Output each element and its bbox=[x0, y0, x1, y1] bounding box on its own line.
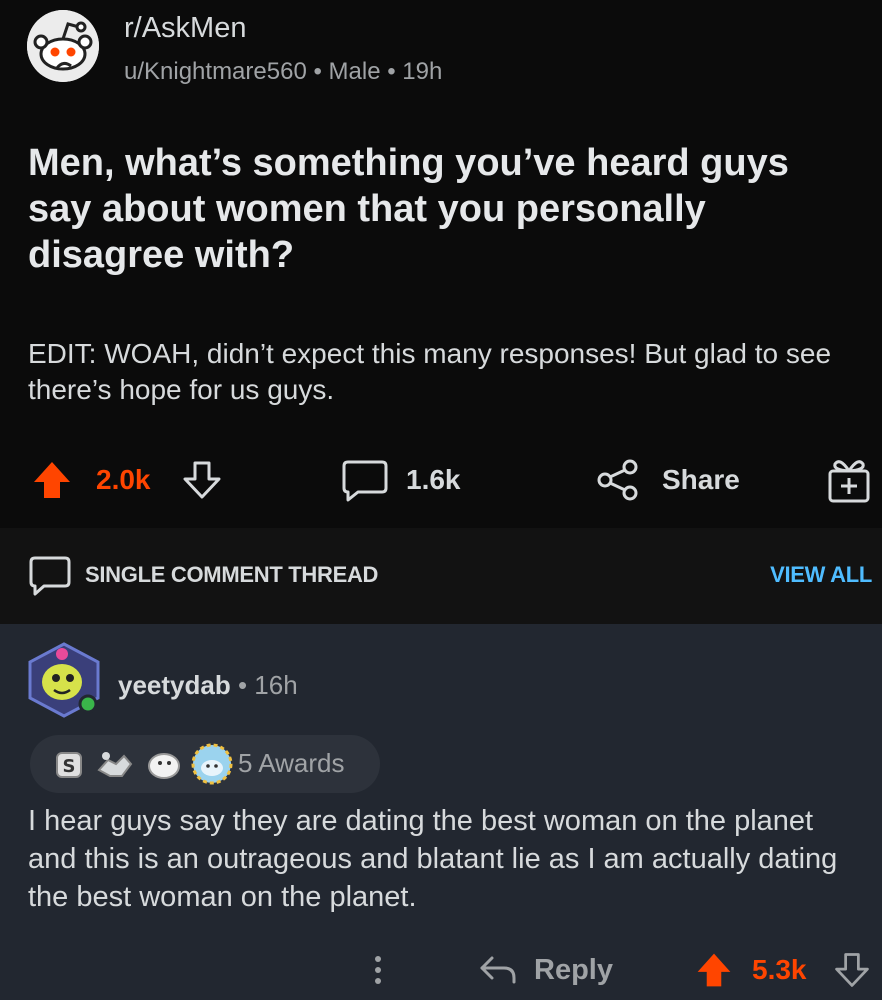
reddit-snoo-icon bbox=[27, 10, 99, 82]
more-vertical-icon bbox=[375, 956, 381, 984]
downvote-icon bbox=[183, 461, 221, 499]
upvote-button[interactable] bbox=[30, 450, 74, 510]
share-button[interactable]: Share bbox=[596, 450, 740, 510]
subreddit-avatar[interactable] bbox=[27, 10, 99, 82]
awards-count: 5 Awards bbox=[238, 748, 345, 778]
more-options-button[interactable] bbox=[366, 940, 390, 1000]
post-body: EDIT: WOAH, didn’t expect this many resp… bbox=[28, 338, 832, 405]
comment-username[interactable]: yeetydab bbox=[118, 670, 231, 700]
avatar-icon bbox=[28, 642, 100, 718]
share-icon bbox=[597, 459, 638, 501]
reply-label: Reply bbox=[534, 953, 613, 986]
single-comment-thread-label: SINGLE COMMENT THREAD bbox=[85, 562, 379, 587]
award-button[interactable] bbox=[826, 450, 872, 510]
upvote-icon bbox=[697, 953, 731, 987]
wholesome-seal-award-icon bbox=[148, 753, 180, 779]
gift-award-icon bbox=[828, 460, 870, 503]
silver-award-icon: S bbox=[56, 752, 82, 778]
comments-button[interactable]: 1.6k bbox=[340, 450, 461, 510]
post-author-meta[interactable]: u/Knightmare560 • Male • 19h bbox=[124, 58, 442, 86]
post-title: Men, what’s something you’ve heard guys … bbox=[28, 142, 789, 276]
post-vote-count: 2.0k bbox=[96, 464, 151, 495]
handshake-award-icon bbox=[97, 752, 133, 777]
comment-action-bar: Reply 5.3k bbox=[0, 940, 882, 1000]
comment-vote-count: 5.3k bbox=[752, 954, 807, 985]
comment-author[interactable]: yeetydab • 16h bbox=[118, 670, 298, 701]
reply-button[interactable]: Reply bbox=[476, 940, 613, 1000]
comment-body: I hear guys say they are dating the best… bbox=[28, 805, 838, 913]
comment-downvote-button[interactable] bbox=[832, 940, 872, 1000]
comment-upvote-button[interactable] bbox=[694, 940, 734, 1000]
reply-arrow-icon bbox=[480, 956, 516, 984]
user-avatar[interactable] bbox=[26, 640, 102, 720]
upvote-icon bbox=[34, 462, 70, 498]
subreddit-name[interactable]: r/AskMen bbox=[124, 12, 246, 45]
comment-thread-icon bbox=[29, 556, 71, 596]
downvote-icon bbox=[835, 953, 869, 987]
comment-count: 1.6k bbox=[406, 464, 461, 495]
view-all-link[interactable]: VIEW ALL bbox=[770, 562, 872, 588]
svg-text:S: S bbox=[63, 756, 76, 777]
share-label: Share bbox=[662, 464, 740, 495]
comment-time: • 16h bbox=[230, 670, 298, 700]
comment-bubble-icon bbox=[342, 460, 388, 502]
post-action-bar: 2.0k 1.6k Share bbox=[0, 450, 882, 510]
starry-award-icon bbox=[191, 743, 233, 785]
downvote-button[interactable] bbox=[180, 450, 224, 510]
